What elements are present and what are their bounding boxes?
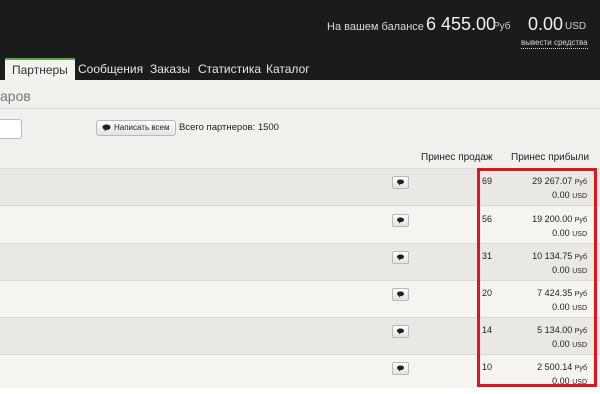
row-message-button[interactable]	[392, 251, 409, 264]
title-divider	[0, 108, 600, 109]
balance-usd-currency: USD	[565, 21, 587, 32]
row-message-button[interactable]	[392, 176, 409, 189]
tab-catalog[interactable]: Каталог	[266, 58, 310, 80]
message-all-button[interactable]: Написать всем	[96, 120, 177, 136]
tab-statistics[interactable]: Статистика	[198, 58, 261, 80]
withdraw-funds-link[interactable]: вывести средства	[521, 38, 588, 49]
highlight-frame	[477, 168, 597, 387]
main-nav: Партнеры Сообщения Заказы Статистика Кат…	[0, 58, 600, 80]
speech-bubble-icon	[397, 217, 404, 224]
tab-messages[interactable]: Сообщения	[78, 58, 143, 80]
speech-bubble-icon	[397, 328, 404, 335]
speech-bubble-icon	[102, 124, 111, 132]
app-window: На вашем балансе 6 455.00 Руб 0.00 USD в…	[0, 0, 600, 394]
row-message-button[interactable]	[392, 362, 409, 375]
balance-rub-currency: Руб	[493, 21, 511, 32]
row-message-button[interactable]	[392, 325, 409, 338]
tab-partners[interactable]: Партнеры	[5, 58, 75, 80]
page-bottom-edge	[0, 388, 600, 394]
speech-bubble-icon	[397, 291, 404, 298]
column-header-sales[interactable]: Принес продаж	[421, 152, 493, 163]
tab-orders[interactable]: Заказы	[150, 58, 190, 80]
speech-bubble-icon	[397, 365, 404, 372]
speech-bubble-icon	[397, 254, 404, 261]
top-header: На вашем балансе 6 455.00 Руб 0.00 USD в…	[0, 0, 600, 58]
message-all-label: Написать всем	[114, 123, 170, 132]
speech-bubble-icon	[397, 179, 404, 186]
page-title: аров	[0, 88, 31, 104]
balance-rub-value: 6 455.00	[426, 14, 497, 34]
column-header-profit[interactable]: Принес прибыли	[511, 152, 589, 163]
partner-search-input[interactable]	[0, 119, 22, 139]
balance-usd-value: 0.00	[528, 14, 564, 34]
balance-label: На вашем балансе	[327, 21, 424, 33]
row-message-button[interactable]	[392, 288, 409, 301]
row-message-button[interactable]	[392, 214, 409, 227]
partners-total-count: Всего партнеров: 1500	[179, 122, 279, 133]
